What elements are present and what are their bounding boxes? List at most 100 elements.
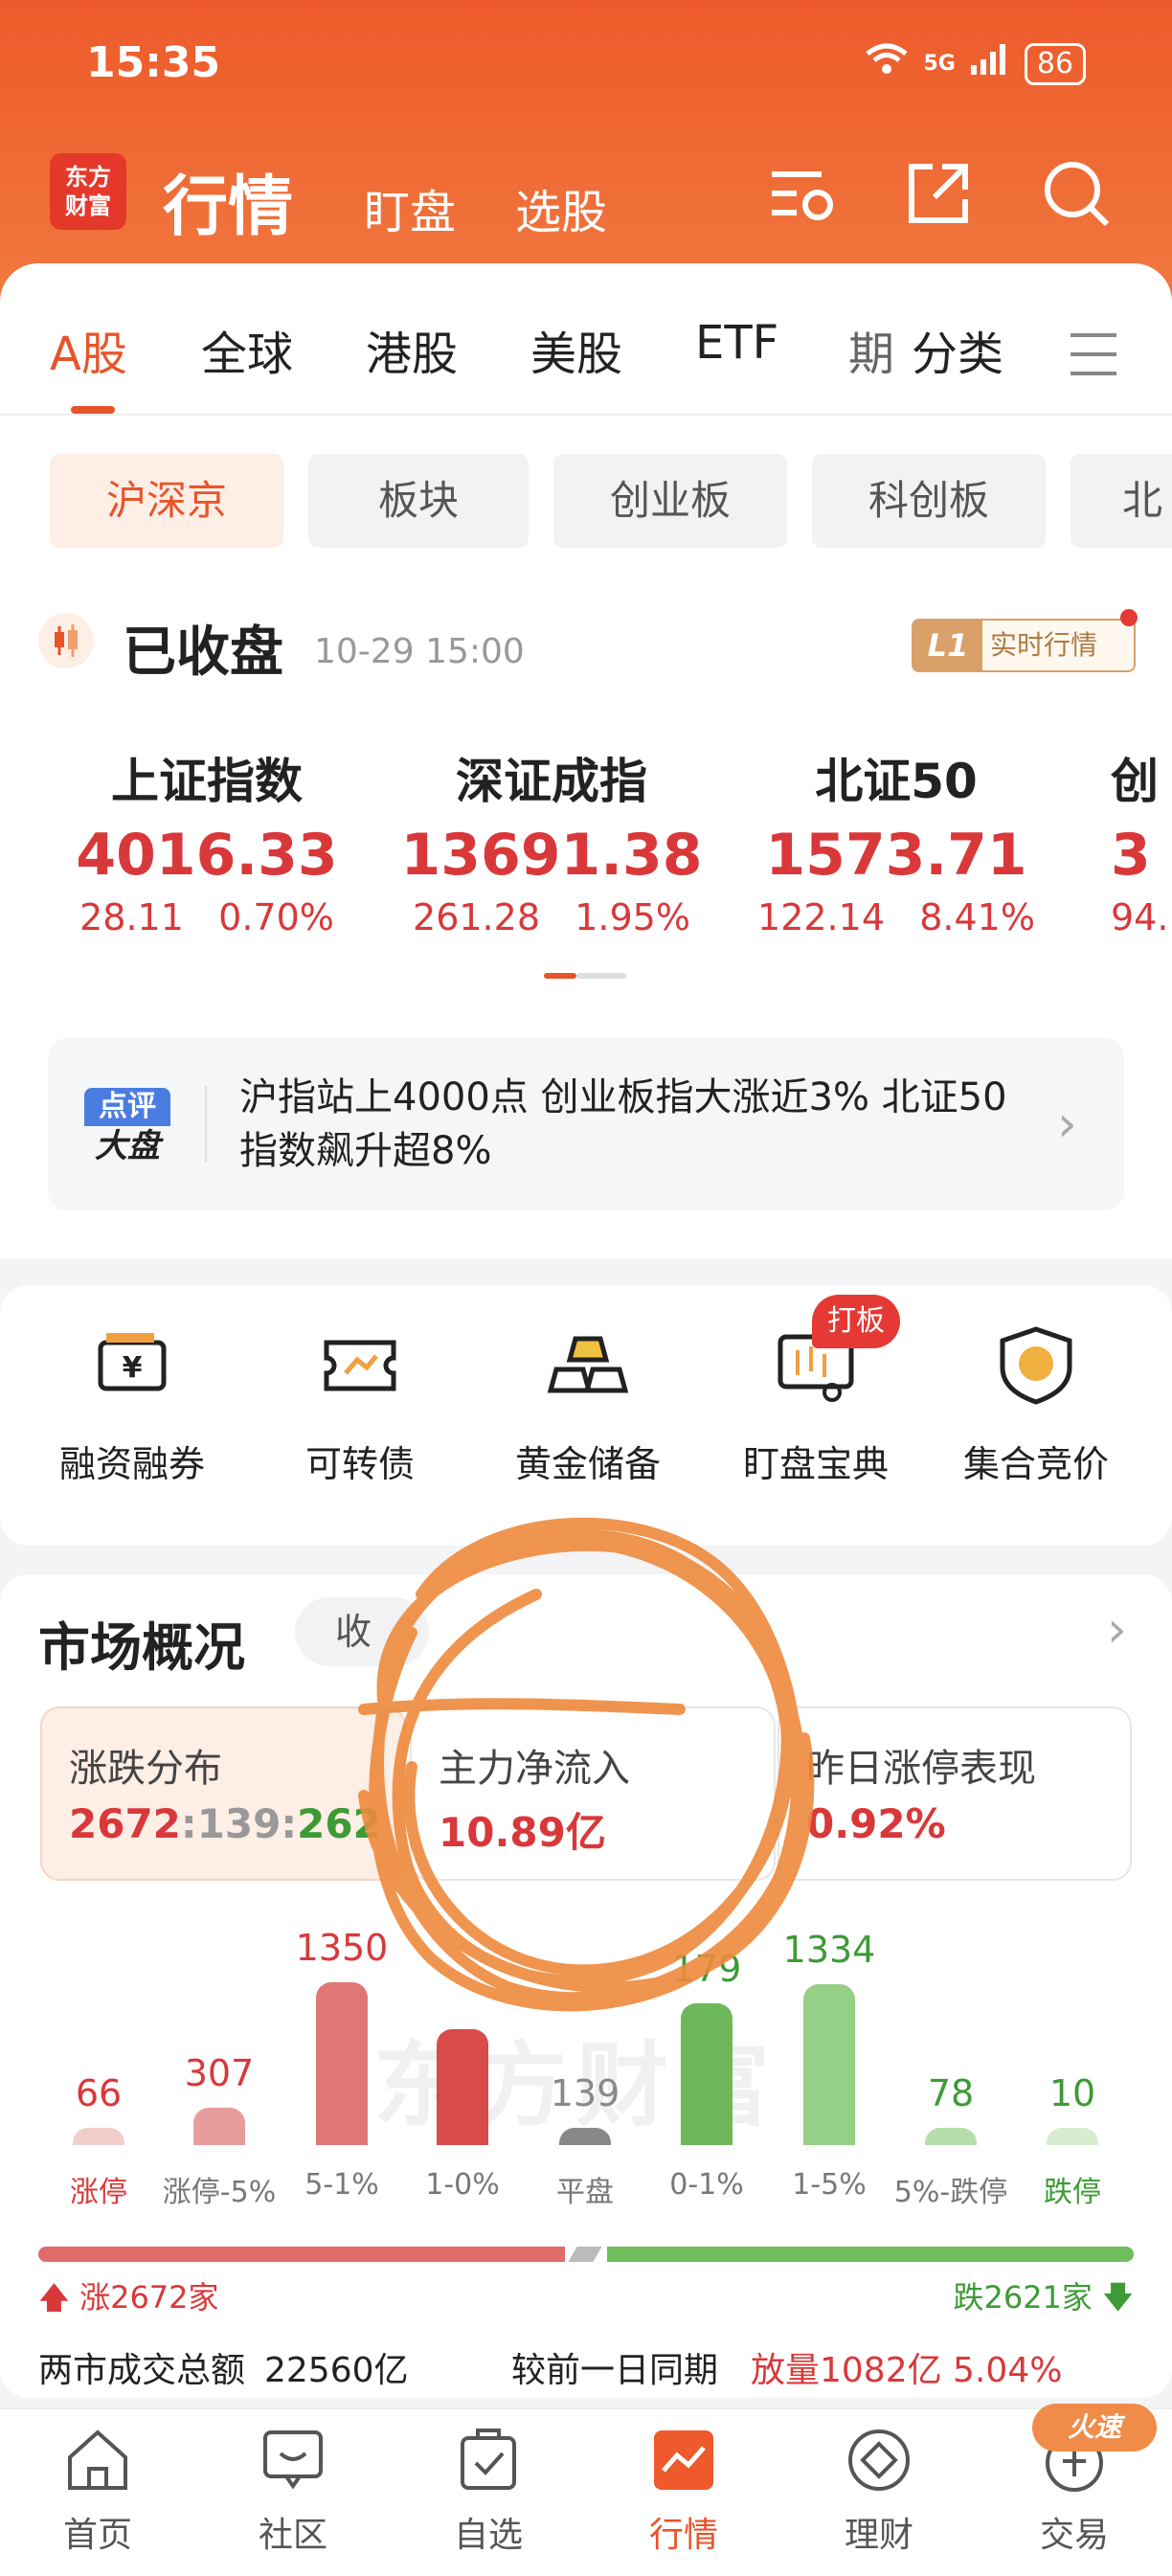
card-value: 10.89亿 <box>439 1809 606 1856</box>
notification-dot <box>1120 609 1138 626</box>
logo-text-bottom: 财富 <box>65 192 111 219</box>
card-main-net-inflow[interactable]: 主力净流入 10.89亿 <box>410 1706 776 1881</box>
quick-hot-badge: 打板 <box>812 1295 900 1348</box>
status-time: 15:35 <box>86 38 221 87</box>
filter-settings-icon[interactable] <box>764 155 841 232</box>
index-name: 创 <box>1111 754 1159 809</box>
index-change-pct: 1.95% <box>575 896 690 938</box>
tab-us[interactable]: 美股 <box>530 316 622 383</box>
index-change: 94. <box>1111 896 1169 938</box>
badge-bottom-text: 大盘 <box>95 1127 160 1165</box>
index-value: 13691.38 <box>400 822 703 889</box>
nav-wealth[interactable]: 理财 <box>781 2425 977 2557</box>
tab-etf[interactable]: ETF <box>695 316 778 370</box>
tab-futures[interactable]: 期 <box>848 316 894 383</box>
nav-watch[interactable]: 盯盘 <box>364 174 456 241</box>
tab-a-shares[interactable]: A股 <box>50 316 127 383</box>
badge-top-text: 点评 <box>84 1088 170 1126</box>
index-change-abs: 261.28 <box>413 896 540 938</box>
chart-category-label-2: 5-1% <box>304 2168 379 2202</box>
chart-bar-value-0: 66 <box>75 2072 123 2114</box>
index-card-bse50[interactable]: 北证50 1573.71 122.14 8.41% <box>724 743 1069 938</box>
card-yesterday-limit-up[interactable]: 昨日涨停表现 0.92% <box>778 1706 1132 1881</box>
chart-bar-2 <box>316 1982 368 2145</box>
battery-indicator: 86 <box>1024 42 1086 85</box>
down-count-text: 跌2621家 <box>953 2279 1093 2316</box>
signal-icon <box>969 42 1011 85</box>
status-bar-icons: 5G 86 <box>864 42 1086 85</box>
quick-label: 集合竞价 <box>962 1443 1109 1485</box>
card-title: 主力净流入 <box>439 1747 630 1791</box>
segment-star[interactable]: 科创板 <box>812 454 1046 548</box>
nav-stock-picker[interactable]: 选股 <box>515 174 607 241</box>
search-icon[interactable] <box>1038 155 1115 232</box>
market-overview-pill[interactable]: 收 <box>295 1597 429 1666</box>
index-change-pct: 8.41% <box>919 896 1035 938</box>
index-change: 261.28 1.95% <box>379 896 724 938</box>
nav-label: 社区 <box>258 2516 327 2555</box>
chevron-right-icon: › <box>1057 1096 1077 1153</box>
index-name: 北证50 <box>815 754 978 809</box>
turnover-label: 两市成交总额 <box>38 2351 246 2390</box>
nav-label: 首页 <box>62 2516 132 2555</box>
community-icon <box>258 2425 328 2496</box>
tab-global[interactable]: 全球 <box>201 316 293 383</box>
wealth-icon <box>844 2425 914 2496</box>
nav-label: 自选 <box>453 2516 523 2555</box>
quick-gold-reserve[interactable]: 黄金储备 <box>483 1322 693 1487</box>
chart-bar-4 <box>559 2128 611 2145</box>
nav-market[interactable]: 行情 <box>586 2425 781 2557</box>
chart-bar-0 <box>73 2128 124 2145</box>
candlestick-icon <box>38 613 94 668</box>
compare-label: 较前一日同期 <box>511 2351 719 2390</box>
chart-category-label-1: 涨停-5% <box>162 2176 277 2209</box>
quick-margin-trading[interactable]: ¥ 融资融券 <box>27 1322 237 1487</box>
compare-value: 放量1082亿 5.04% <box>751 2351 1063 2390</box>
nav-community[interactable]: 社区 <box>195 2425 391 2557</box>
card-title: 涨跌分布 <box>69 1747 222 1791</box>
l1-badge: L1 <box>913 621 982 670</box>
chart-bar-5 <box>681 2002 732 2145</box>
bond-ticket-icon <box>317 1322 403 1408</box>
index-change: 122.14 8.41% <box>724 896 1069 938</box>
tabs-divider <box>0 414 1172 416</box>
chart-bar-1 <box>193 2108 245 2145</box>
yen-ticket-icon: ¥ <box>89 1322 175 1408</box>
tab-category[interactable]: 分类 <box>912 316 1003 383</box>
segment-sectors[interactable]: 板块 <box>308 454 529 548</box>
index-name: 上证指数 <box>111 754 303 809</box>
chart-bar-value-7: 78 <box>927 2072 975 2114</box>
nav-watchlist[interactable]: 自选 <box>391 2425 586 2557</box>
market-commentary[interactable]: 点评 大盘 沪指站上4000点 创业板指大涨近3% 北证50指数飙升超8% › <box>48 1038 1124 1210</box>
chevron-right-icon[interactable]: › <box>1107 1601 1127 1659</box>
nav-label: 理财 <box>844 2516 913 2555</box>
segment-sh-sz-bj[interactable]: 沪深京 <box>50 454 283 548</box>
home-icon <box>62 2425 133 2496</box>
card-up-down-distribution[interactable]: 涨跌分布 2672:139:262 <box>40 1706 406 1881</box>
chart-bar-3 <box>437 2029 488 2145</box>
chart-category-label-4: 平盘 <box>556 2176 614 2209</box>
quick-convertible-bond[interactable]: 可转债 <box>255 1322 465 1487</box>
tab-hk[interactable]: 港股 <box>366 316 458 383</box>
realtime-quote-badge[interactable]: L1 实时行情 <box>912 619 1136 672</box>
menu-icon[interactable] <box>1071 333 1116 389</box>
market-overview-title: 市场概况 <box>38 1617 245 1678</box>
page-title: 行情 <box>163 169 294 245</box>
turnover-value: 22560亿 <box>264 2351 409 2390</box>
quick-call-auction[interactable]: 集合竞价 <box>931 1322 1141 1487</box>
chart-bar-value-1: 307 <box>184 2052 255 2095</box>
segment-bse[interactable]: 北 <box>1071 454 1172 548</box>
flat-value: 139 <box>196 1800 282 1847</box>
chart-bar-value-4: 139 <box>550 2072 620 2114</box>
up-value: 2672 <box>69 1800 181 1847</box>
segment-chinext[interactable]: 创业板 <box>553 454 787 548</box>
index-change-pct: 0.70% <box>218 896 334 938</box>
card-value: 0.92% <box>806 1800 946 1847</box>
chart-category-label-0: 涨停 <box>70 2176 127 2209</box>
index-card-partial[interactable]: 创 3 94. <box>1111 743 1172 938</box>
nav-home[interactable]: 首页 <box>0 2425 195 2557</box>
quick-label: 可转债 <box>304 1443 415 1485</box>
index-card-sse[interactable]: 上证指数 4016.33 28.11 0.70% <box>34 743 379 938</box>
share-icon[interactable] <box>900 155 977 232</box>
index-card-szse[interactable]: 深证成指 13691.38 261.28 1.95% <box>379 743 724 938</box>
